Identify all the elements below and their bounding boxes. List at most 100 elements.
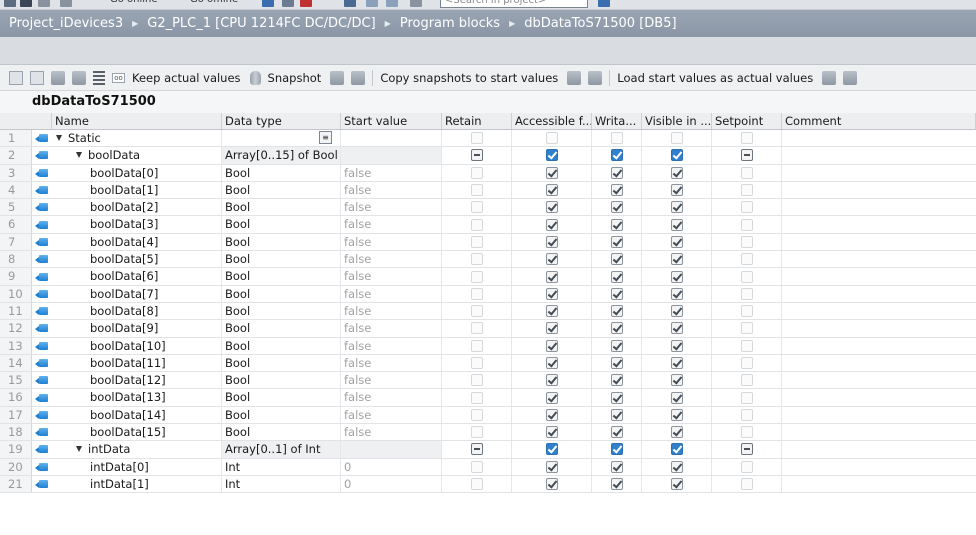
name-cell[interactable]: boolData xyxy=(52,147,222,164)
retain-checkbox[interactable] xyxy=(470,443,483,456)
visible-cell[interactable] xyxy=(642,389,712,406)
start-value-cell[interactable]: false xyxy=(341,337,442,354)
retain-cell[interactable] xyxy=(442,475,512,493)
comment-cell[interactable] xyxy=(782,234,976,250)
accessible-cell[interactable] xyxy=(512,441,592,458)
copy-snapshot-all-icon[interactable] xyxy=(351,70,366,85)
comment-cell[interactable] xyxy=(782,338,976,354)
retain-checkbox[interactable] xyxy=(470,391,483,404)
copy-start-all-icon[interactable] xyxy=(588,70,603,85)
breadcrumb-program-blocks[interactable]: Program blocks xyxy=(400,16,500,31)
start-value-cell[interactable]: 0 xyxy=(341,458,442,475)
setpoint-checkbox[interactable] xyxy=(740,253,753,266)
table-row[interactable]: 9 boolData[6] Bool false xyxy=(0,268,976,286)
setpoint-checkbox[interactable] xyxy=(740,374,753,387)
retain-cell[interactable] xyxy=(442,406,512,424)
accessible-devices-icon[interactable] xyxy=(262,0,274,7)
visible-cell[interactable] xyxy=(642,441,712,458)
retain-checkbox[interactable] xyxy=(470,460,483,473)
start-value-cell[interactable]: false xyxy=(341,354,442,372)
setpoint-cell[interactable] xyxy=(712,389,782,406)
table-row[interactable]: 11 boolData[8] Bool false xyxy=(0,302,976,321)
table-row[interactable]: 21 intData[1] Int 0 xyxy=(0,475,976,494)
simulation-icon[interactable] xyxy=(60,0,72,7)
retain-checkbox[interactable] xyxy=(470,270,483,283)
name-cell[interactable]: boolData[10] xyxy=(52,337,222,354)
visible-checkbox[interactable] xyxy=(670,270,683,283)
start-value-cell[interactable]: false xyxy=(341,389,442,406)
visible-checkbox[interactable] xyxy=(670,426,683,439)
setpoint-cell[interactable] xyxy=(712,130,782,147)
copy-snapshot-icon[interactable] xyxy=(330,70,345,85)
comment-cell[interactable] xyxy=(782,130,976,146)
snapshot-db-icon[interactable] xyxy=(249,70,261,85)
comment-cell[interactable] xyxy=(782,355,976,371)
comment-cell[interactable] xyxy=(782,147,976,163)
setpoint-cell[interactable] xyxy=(712,251,782,268)
accessible-checkbox[interactable] xyxy=(545,374,558,387)
visible-cell[interactable] xyxy=(642,372,712,389)
name-cell[interactable]: boolData[11] xyxy=(52,354,222,372)
start-value-cell[interactable]: false xyxy=(341,285,442,302)
accessible-cell[interactable] xyxy=(512,216,592,233)
table-row[interactable]: 5 boolData[2] Bool false xyxy=(0,199,976,217)
accessible-cell[interactable] xyxy=(512,406,592,424)
start-value-cell[interactable] xyxy=(341,147,442,164)
visible-cell[interactable] xyxy=(642,320,712,337)
setpoint-checkbox[interactable] xyxy=(740,426,753,439)
start-value-cell[interactable]: false xyxy=(341,268,442,285)
go-offline-button[interactable]: Go offline xyxy=(190,0,238,8)
name-cell[interactable]: boolData[4] xyxy=(52,233,222,251)
visible-checkbox[interactable] xyxy=(670,460,683,473)
start-cpu-icon[interactable] xyxy=(282,0,294,7)
retain-cell[interactable] xyxy=(442,216,512,233)
accessible-checkbox[interactable] xyxy=(545,149,558,162)
comment-cell[interactable] xyxy=(782,286,976,302)
retain-checkbox[interactable] xyxy=(470,408,483,421)
accessible-checkbox[interactable] xyxy=(545,201,558,214)
writable-checkbox[interactable] xyxy=(610,235,623,248)
visible-checkbox[interactable] xyxy=(670,408,683,421)
comment-cell[interactable] xyxy=(782,389,976,405)
writable-checkbox[interactable] xyxy=(610,184,623,197)
table-row[interactable]: 1 Static ≡ xyxy=(0,130,976,148)
accessible-checkbox[interactable] xyxy=(545,305,558,318)
accessible-cell[interactable] xyxy=(512,475,592,493)
retain-checkbox[interactable] xyxy=(470,253,483,266)
retain-cell[interactable] xyxy=(442,441,512,458)
name-cell[interactable]: boolData[9] xyxy=(52,320,222,337)
accessible-checkbox[interactable] xyxy=(545,460,558,473)
table-row[interactable]: 10 boolData[7] Bool false xyxy=(0,285,976,303)
accessible-checkbox[interactable] xyxy=(545,132,558,145)
accessible-checkbox[interactable] xyxy=(545,253,558,266)
accessible-checkbox[interactable] xyxy=(545,235,558,248)
table-row[interactable]: 7 boolData[4] Bool false xyxy=(0,233,976,252)
writable-cell[interactable] xyxy=(592,147,642,164)
accessible-checkbox[interactable] xyxy=(545,270,558,283)
writable-checkbox[interactable] xyxy=(610,149,623,162)
table-row[interactable]: 19 intData Array[0..1] of Int xyxy=(0,441,976,459)
upload-icon[interactable] xyxy=(38,0,50,7)
keep-actual-values-button[interactable]: Keep actual values xyxy=(132,71,241,85)
retain-checkbox[interactable] xyxy=(470,235,483,248)
retain-checkbox[interactable] xyxy=(470,478,483,491)
name-cell[interactable]: boolData[13] xyxy=(52,389,222,406)
setpoint-cell[interactable] xyxy=(712,337,782,354)
comment-cell[interactable] xyxy=(782,372,976,388)
start-value-cell[interactable]: false xyxy=(341,251,442,268)
writable-cell[interactable] xyxy=(592,337,642,354)
accessible-checkbox[interactable] xyxy=(545,357,558,369)
setpoint-cell[interactable] xyxy=(712,458,782,475)
setpoint-checkbox[interactable] xyxy=(740,408,753,421)
writable-checkbox[interactable] xyxy=(610,305,623,318)
visible-cell[interactable] xyxy=(642,268,712,285)
copy-snapshots-to-start-values-button[interactable]: Copy snapshots to start values xyxy=(380,71,558,85)
setpoint-checkbox[interactable] xyxy=(740,339,753,352)
header-start-value[interactable]: Start value xyxy=(341,113,442,129)
setpoint-checkbox[interactable] xyxy=(740,132,753,145)
start-value-cell[interactable]: false xyxy=(341,164,442,181)
search-go-icon[interactable] xyxy=(598,0,610,7)
setpoint-cell[interactable] xyxy=(712,406,782,424)
accessible-checkbox[interactable] xyxy=(545,287,558,300)
writable-cell[interactable] xyxy=(592,130,642,147)
